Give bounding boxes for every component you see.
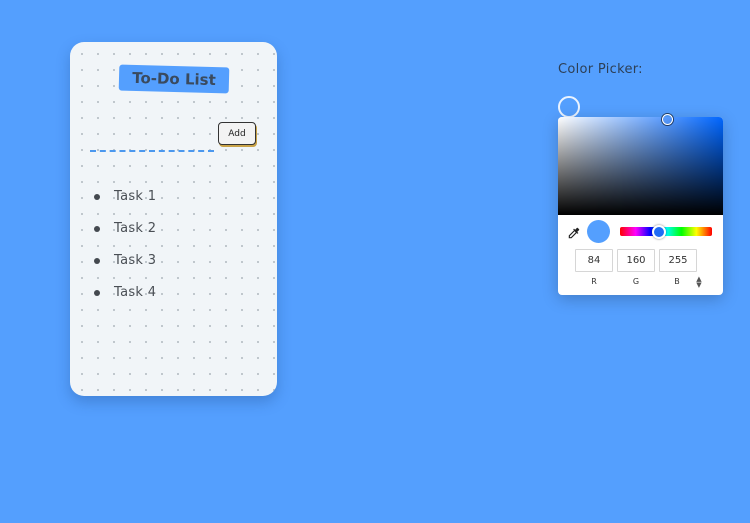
- saturation-value-area[interactable]: [558, 114, 723, 215]
- hue-slider[interactable]: [620, 225, 712, 239]
- task-item[interactable]: Task 4: [90, 281, 156, 313]
- bullet-icon: [94, 226, 100, 232]
- task-label: Task 3: [114, 253, 157, 268]
- todo-title: To-Do List: [118, 64, 230, 94]
- task-item[interactable]: Task 2: [90, 217, 156, 249]
- bullet-icon: [94, 258, 100, 264]
- page-root: To-Do List Add Task 1 Task 2 Task 3 Task…: [0, 0, 750, 523]
- color-swatch-button[interactable]: [558, 96, 580, 118]
- saturation-handle[interactable]: [662, 114, 673, 125]
- blue-value-input[interactable]: [659, 249, 697, 272]
- bullet-icon: [94, 290, 100, 296]
- task-label: Task 4: [114, 285, 157, 300]
- hue-slider-handle[interactable]: [652, 225, 666, 239]
- blue-field-label: B: [674, 277, 680, 286]
- color-picker-panel: R G B ▲▼: [558, 114, 723, 295]
- task-list: Task 1 Task 2 Task 3 Task 4: [90, 185, 156, 313]
- bullet-icon: [94, 194, 100, 200]
- task-label: Task 1: [114, 189, 157, 204]
- color-picker-label: Color Picker:: [558, 62, 643, 77]
- task-item[interactable]: Task 3: [90, 249, 156, 281]
- todo-card: To-Do List Add Task 1 Task 2 Task 3 Task…: [70, 42, 277, 396]
- red-value-input[interactable]: [575, 249, 613, 272]
- task-input[interactable]: [90, 137, 214, 152]
- color-preview-swatch: [587, 220, 610, 243]
- green-value-input[interactable]: [617, 249, 655, 272]
- up-down-arrows-icon[interactable]: ▲ ▼: [695, 276, 703, 289]
- task-label: Task 2: [114, 221, 157, 236]
- eyedropper-icon[interactable]: [567, 225, 581, 239]
- red-field-label: R: [591, 277, 597, 286]
- green-field-label: G: [632, 277, 640, 286]
- task-item[interactable]: Task 1: [90, 185, 156, 217]
- add-button[interactable]: Add: [218, 122, 256, 145]
